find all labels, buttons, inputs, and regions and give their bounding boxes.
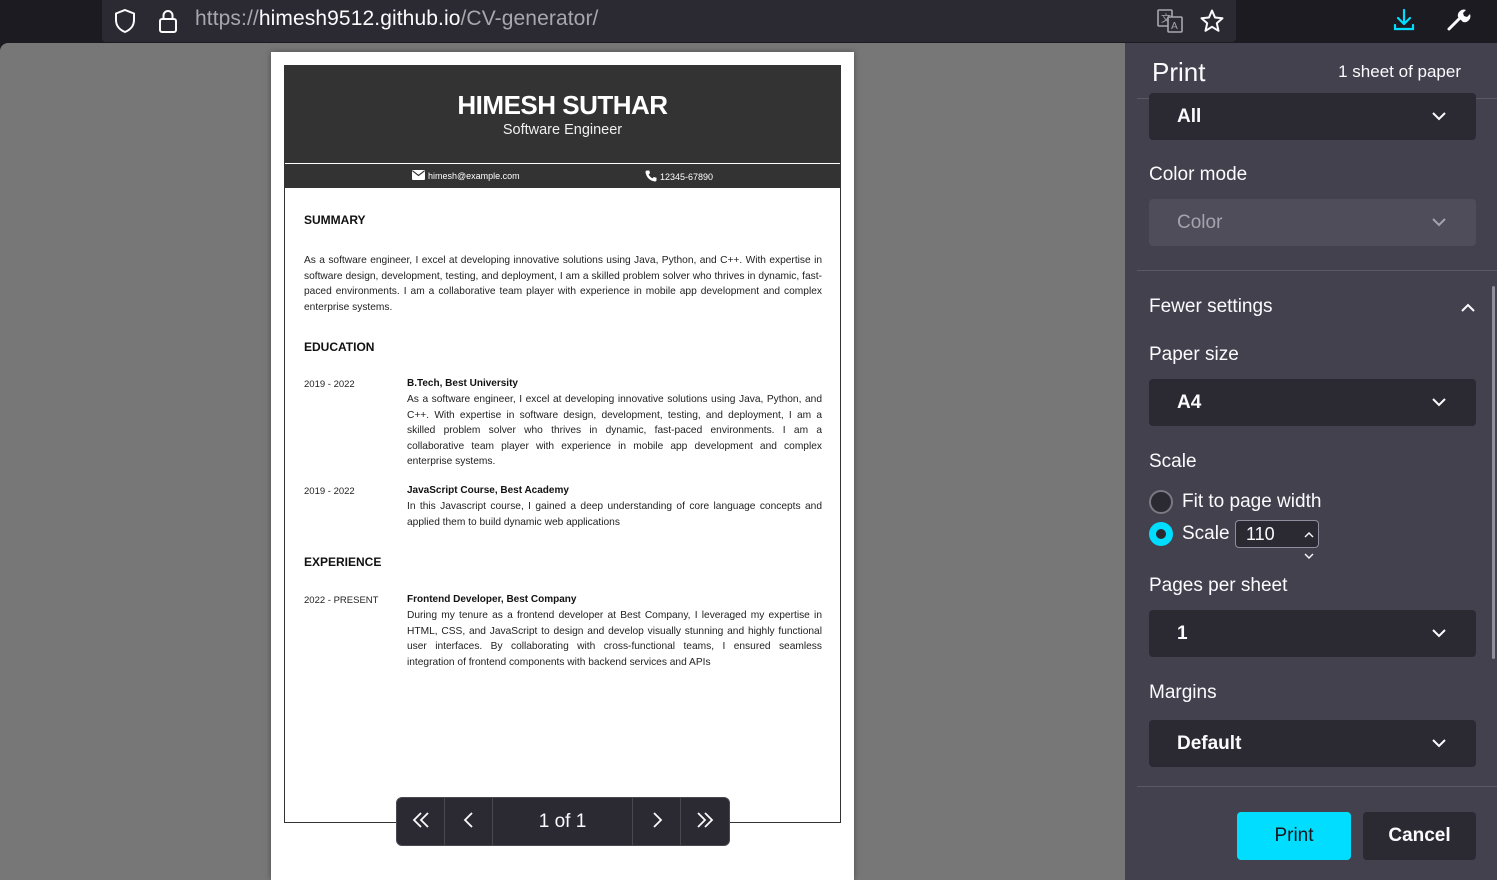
education-date: 2019 - 2022 (304, 486, 355, 497)
page-indicator: 1 of 1 (493, 798, 633, 845)
chevron-down-icon (1432, 392, 1446, 418)
wrench-icon[interactable] (1442, 4, 1474, 36)
cv-role: Software Engineer (502, 122, 623, 138)
scale-stepper[interactable] (1302, 523, 1316, 559)
education-title: B.Tech, Best University (407, 378, 518, 389)
fit-to-width-radio[interactable] (1149, 490, 1173, 514)
pages-per-sheet-select[interactable]: 1 (1149, 610, 1476, 657)
star-icon[interactable] (1196, 5, 1228, 37)
cv-header: HIMESH SUTHAR Software Engineer (285, 66, 840, 163)
next-page-icon (651, 811, 663, 833)
education-text: In this Javascript course, I gained a de… (407, 501, 822, 528)
last-page-icon (695, 811, 715, 833)
paper-size-label: Paper size (1149, 344, 1239, 365)
pages-select[interactable]: All (1149, 93, 1476, 140)
experience-date: 2022 - PRESENT (304, 595, 379, 606)
cv-name: HIMESH SUTHAR (457, 90, 668, 120)
lock-icon[interactable] (153, 6, 183, 36)
page-navigation: 1 of 1 (396, 797, 730, 846)
stepper-down-icon[interactable] (1304, 544, 1314, 565)
experience-heading: EXPERIENCE (304, 555, 382, 569)
last-page-button[interactable] (681, 798, 729, 845)
scale-value: 110 (1246, 523, 1275, 544)
browser-toolbar: https://himesh9512.github.io/CV-generato… (0, 0, 1497, 43)
cv-email: himesh@example.com (412, 170, 520, 182)
chevron-down-icon (1432, 623, 1446, 649)
prev-page-icon (463, 811, 475, 833)
divider (1137, 786, 1497, 787)
paper-sheet: HIMESH SUTHAR Software Engineer himesh@e… (271, 52, 854, 880)
first-page-button[interactable] (397, 798, 445, 845)
color-mode-value: Color (1177, 211, 1223, 233)
stepper-up-icon[interactable] (1304, 523, 1314, 544)
paper-size-value: A4 (1177, 391, 1202, 413)
cancel-button[interactable]: Cancel (1363, 812, 1476, 860)
sheet-count: 1 sheet of paper (1338, 62, 1461, 81)
scale-input[interactable]: 110 (1235, 520, 1319, 559)
margins-value: Default (1177, 732, 1242, 754)
scale-label: Scale (1149, 451, 1197, 472)
summary-text: As a software engineer, I excel at devel… (304, 255, 822, 313)
cv-phone: 12345-67890 (645, 170, 713, 184)
divider (1137, 270, 1497, 271)
color-mode-select: Color (1149, 199, 1476, 246)
color-mode-label: Color mode (1149, 164, 1248, 185)
chevron-down-icon (1432, 733, 1446, 759)
radio-dot (1156, 529, 1166, 539)
prev-page-button[interactable] (445, 798, 493, 845)
experience-title: Frontend Developer, Best Company (407, 594, 577, 605)
print-preview-area: HIMESH SUTHAR Software Engineer himesh@e… (0, 43, 1125, 880)
print-settings-panel: Print 1 sheet of paper All Color mode Co… (1125, 43, 1497, 880)
paper-size-select[interactable]: A4 (1149, 379, 1476, 426)
chevron-down-icon (1432, 212, 1446, 238)
print-button[interactable]: Print (1237, 812, 1351, 860)
education-text: As a software engineer, I excel at devel… (407, 394, 822, 468)
next-page-button[interactable] (633, 798, 681, 845)
scale-radio[interactable] (1149, 522, 1173, 546)
cv-email-text: himesh@example.com (428, 171, 520, 181)
pages-select-value: All (1177, 105, 1202, 127)
education-title: JavaScript Course, Best Academy (407, 485, 569, 496)
translate-icon[interactable]: 文A (1154, 5, 1186, 37)
cv-page: HIMESH SUTHAR Software Engineer himesh@e… (284, 65, 841, 823)
education-date: 2019 - 2022 (304, 379, 355, 390)
education-heading: EDUCATION (304, 340, 375, 354)
panel-scrollbar[interactable] (1492, 286, 1495, 659)
download-icon[interactable] (1388, 4, 1420, 36)
fewer-settings-toggle[interactable]: Fewer settings (1149, 296, 1273, 318)
scale-option-label[interactable]: Scale (1182, 523, 1230, 545)
url-prefix: https:// (195, 7, 259, 30)
fit-to-width-label[interactable]: Fit to page width (1182, 491, 1321, 513)
chevron-down-icon (1432, 106, 1446, 132)
chevron-up-icon[interactable] (1461, 298, 1475, 323)
shield-icon[interactable] (110, 6, 140, 36)
svg-text:A: A (1171, 21, 1178, 32)
margins-label: Margins (1149, 682, 1217, 703)
summary-heading: SUMMARY (304, 213, 366, 227)
first-page-icon (411, 811, 431, 833)
cv-contact-bar: himesh@example.com 12345-67890 (285, 164, 840, 188)
margins-select[interactable]: Default (1149, 720, 1476, 767)
url-path: /CV-generator/ (460, 7, 599, 30)
email-icon (412, 170, 425, 182)
cv-phone-text: 12345-67890 (660, 172, 714, 182)
url-domain: himesh9512.github.io (258, 7, 461, 30)
phone-icon (645, 170, 657, 184)
pages-per-sheet-value: 1 (1177, 622, 1188, 644)
url-text[interactable]: https://himesh9512.github.io/CV-generato… (195, 7, 598, 31)
experience-text: During my tenure as a frontend developer… (407, 610, 822, 668)
panel-title: Print (1152, 57, 1206, 87)
pages-per-sheet-label: Pages per sheet (1149, 575, 1288, 596)
